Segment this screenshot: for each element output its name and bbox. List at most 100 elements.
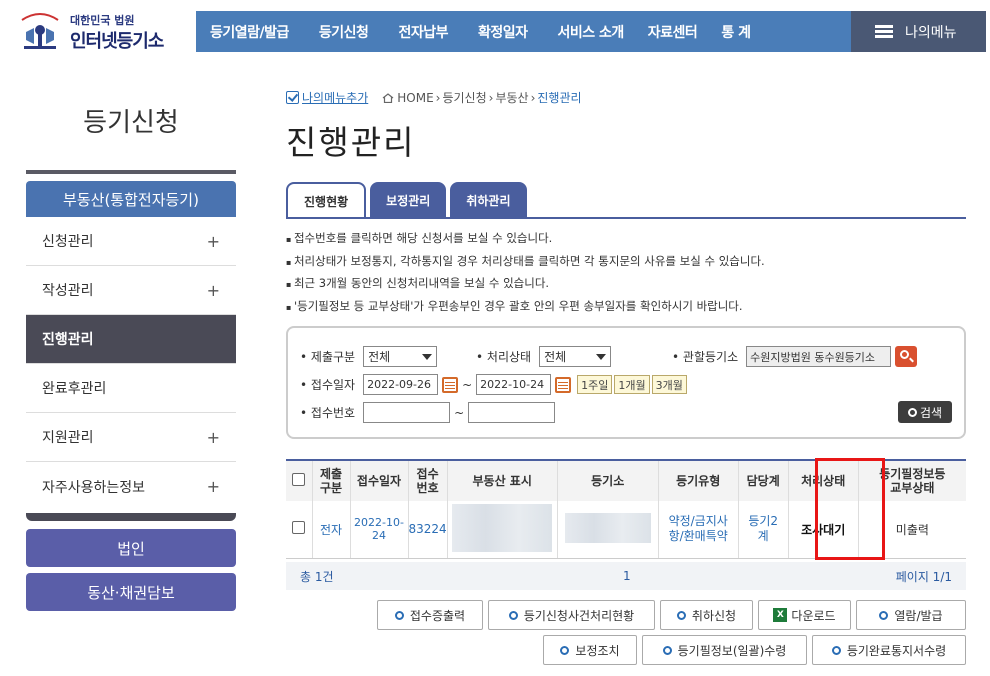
my-menu-button[interactable]: 나의메뉴 bbox=[851, 11, 986, 52]
period-1week-button[interactable]: 1주일 bbox=[577, 375, 613, 394]
hamburger-icon bbox=[875, 25, 893, 38]
status-label: 처리상태 bbox=[476, 348, 531, 365]
case-status-button[interactable]: 등기신청사건처리현황 bbox=[488, 600, 655, 630]
sidebar-list: 신청관리 + 작성관리 + 진행관리 완료후관리 지원관리 + 자주사용하는정보 + bbox=[26, 217, 236, 511]
status-select[interactable]: 전체 bbox=[539, 346, 612, 367]
col-property: 부동산 표시 bbox=[447, 459, 558, 501]
date-from-input[interactable]: 2022-09-26 bbox=[363, 374, 439, 395]
sidebar-item-frequent-info[interactable]: 자주사용하는정보 + bbox=[26, 462, 236, 511]
cell-num[interactable]: 83224 bbox=[408, 501, 448, 559]
receipt-num-label: 접수번호 bbox=[300, 404, 355, 421]
plus-icon: + bbox=[206, 280, 220, 300]
sidebar-item-label: 진행관리 bbox=[42, 332, 94, 348]
breadcrumb-realestate[interactable]: 부동산 bbox=[495, 89, 528, 106]
redacted-office bbox=[564, 512, 651, 543]
receipt-num-from-input[interactable] bbox=[363, 402, 451, 423]
download-button[interactable]: X 다운로드 bbox=[758, 600, 851, 630]
circle-icon bbox=[508, 610, 518, 620]
col-team: 담당계 bbox=[738, 459, 789, 501]
sidebar-item-write-manage[interactable]: 작성관리 + bbox=[26, 266, 236, 315]
office-search-button[interactable] bbox=[895, 346, 918, 367]
sidebar-item-after-complete[interactable]: 완료후관리 bbox=[26, 364, 236, 413]
cell-team: 등기2계 bbox=[738, 501, 789, 559]
date-to-input[interactable]: 2022-10-24 bbox=[476, 374, 552, 395]
col-type: 등기유형 bbox=[658, 459, 739, 501]
home-icon bbox=[382, 92, 394, 103]
circle-icon bbox=[879, 610, 889, 620]
gnb-item-issue[interactable]: 등기열람/발급 bbox=[210, 22, 289, 42]
sidebar-item-progress-manage[interactable]: 진행관리 bbox=[26, 315, 236, 364]
sidebar-item-label: 완료후관리 bbox=[42, 381, 107, 397]
select-all-checkbox[interactable] bbox=[292, 473, 306, 486]
circle-icon bbox=[676, 610, 686, 620]
sidebar-item-support[interactable]: 지원관리 + bbox=[26, 413, 236, 462]
plus-icon: + bbox=[206, 231, 220, 251]
period-1month-button[interactable]: 1개월 bbox=[614, 375, 650, 394]
corporation-button[interactable]: 법인 bbox=[26, 529, 236, 567]
receipt-num-field: 접수번호 ~ bbox=[300, 402, 556, 423]
gnb-item-payment[interactable]: 전자납부 bbox=[398, 22, 448, 42]
gnb-item-resources[interactable]: 자료센터 bbox=[648, 22, 698, 42]
tab-progress[interactable]: 진행현황 bbox=[286, 182, 367, 218]
receipt-print-button[interactable]: 접수증출력 bbox=[377, 600, 483, 630]
search-button[interactable]: 검색 bbox=[898, 401, 952, 423]
chevron-down-icon bbox=[422, 353, 433, 360]
plus-icon: + bbox=[206, 427, 220, 447]
gnb-item-apply[interactable]: 등기신청 bbox=[319, 22, 369, 42]
view-issue-button[interactable]: 열람/발급 bbox=[856, 600, 966, 630]
sidebar-item-label: 자주사용하는정보 bbox=[42, 479, 146, 496]
office-label: 관할등기소 bbox=[672, 348, 738, 365]
withdraw-apply-button[interactable]: 취하신청 bbox=[660, 600, 753, 630]
col-submit: 제출 구분 bbox=[312, 459, 351, 501]
gnb-item-stats[interactable]: 통 계 bbox=[721, 22, 751, 42]
calendar-icon[interactable] bbox=[555, 376, 572, 393]
cell-submit[interactable]: 전자 bbox=[312, 501, 351, 559]
sidebar-item-apply-manage[interactable]: 신청관리 + bbox=[26, 217, 236, 266]
receive-notice-button[interactable]: 등기완료통지서수령 bbox=[812, 635, 966, 665]
sidebar-head[interactable]: 부동산(통합전자등기) bbox=[26, 181, 236, 217]
logo[interactable]: 대한민국 법원 인터넷등기소 bbox=[14, 8, 184, 52]
status-highlight-box bbox=[815, 458, 885, 560]
office-input[interactable]: 수원지방법원 동수원등기소 bbox=[746, 346, 892, 367]
row-checkbox[interactable] bbox=[292, 521, 306, 535]
period-3month-button[interactable]: 3개월 bbox=[651, 375, 687, 394]
page-indicator: 페이지 1/1 bbox=[895, 569, 952, 584]
row-select-cell bbox=[286, 501, 313, 559]
col-date: 접수일자 bbox=[350, 459, 409, 501]
tab-correction[interactable]: 보정관리 bbox=[370, 182, 447, 218]
movable-property-button[interactable]: 동산·채권담보 bbox=[26, 573, 236, 611]
breadcrumb-home[interactable]: HOME bbox=[397, 91, 433, 105]
correction-action-button[interactable]: 보정조치 bbox=[543, 635, 637, 665]
circle-icon bbox=[662, 645, 672, 655]
calendar-icon[interactable] bbox=[442, 376, 459, 393]
status-field: 처리상태 전체 bbox=[476, 346, 612, 367]
page-number[interactable]: 1 bbox=[623, 569, 631, 583]
court-emblem-icon bbox=[21, 13, 59, 49]
num-tilde: ~ bbox=[454, 405, 465, 420]
breadcrumb: 나의메뉴추가 HOME › 등기신청 › 부동산 › 진행관리 bbox=[286, 89, 582, 106]
receipt-num-to-input[interactable] bbox=[468, 402, 556, 423]
add-my-menu-link[interactable]: 나의메뉴추가 bbox=[286, 89, 368, 106]
notice-item: 처리상태가 보정통지, 각하통지일 경우 처리상태를 클릭하면 각 통지문의 사… bbox=[286, 251, 765, 274]
gnb-item-service[interactable]: 서비스 소개 bbox=[558, 22, 625, 42]
col-office: 등기소 bbox=[557, 459, 659, 501]
sidebar-item-label: 작성관리 bbox=[42, 283, 94, 299]
table-footer: 총 1건 1 페이지 1/1 bbox=[286, 562, 966, 590]
tab-withdraw[interactable]: 취하관리 bbox=[450, 182, 527, 218]
cell-property bbox=[447, 501, 558, 559]
notice-item: 접수번호를 클릭하면 해당 신청서를 보실 수 있습니다. bbox=[286, 228, 765, 251]
receive-info-button[interactable]: 등기필정보(일괄)수령 bbox=[642, 635, 807, 665]
global-nav: 등기열람/발급 등기신청 전자납부 확정일자 서비스 소개 자료센터 통 계 bbox=[196, 11, 851, 52]
cell-date: 2022-10-24 bbox=[350, 501, 409, 559]
circle-icon bbox=[394, 610, 404, 620]
breadcrumb-apply[interactable]: 등기신청 bbox=[442, 89, 486, 106]
sidebar-bottom-bar bbox=[26, 513, 236, 521]
tab-underline bbox=[286, 217, 966, 219]
redacted-property bbox=[452, 503, 553, 552]
submit-type-select[interactable]: 전체 bbox=[363, 346, 438, 367]
sidebar-divider bbox=[26, 170, 236, 174]
search-icon bbox=[900, 350, 910, 359]
tab-bar: 진행현황 보정관리 취하관리 bbox=[286, 182, 531, 218]
notice-item: '등기필정보 등 교부상태'가 우편송부인 경우 괄호 안의 우편 송부일자를 … bbox=[286, 296, 765, 319]
gnb-item-fixed-date[interactable]: 확정일자 bbox=[478, 22, 528, 42]
